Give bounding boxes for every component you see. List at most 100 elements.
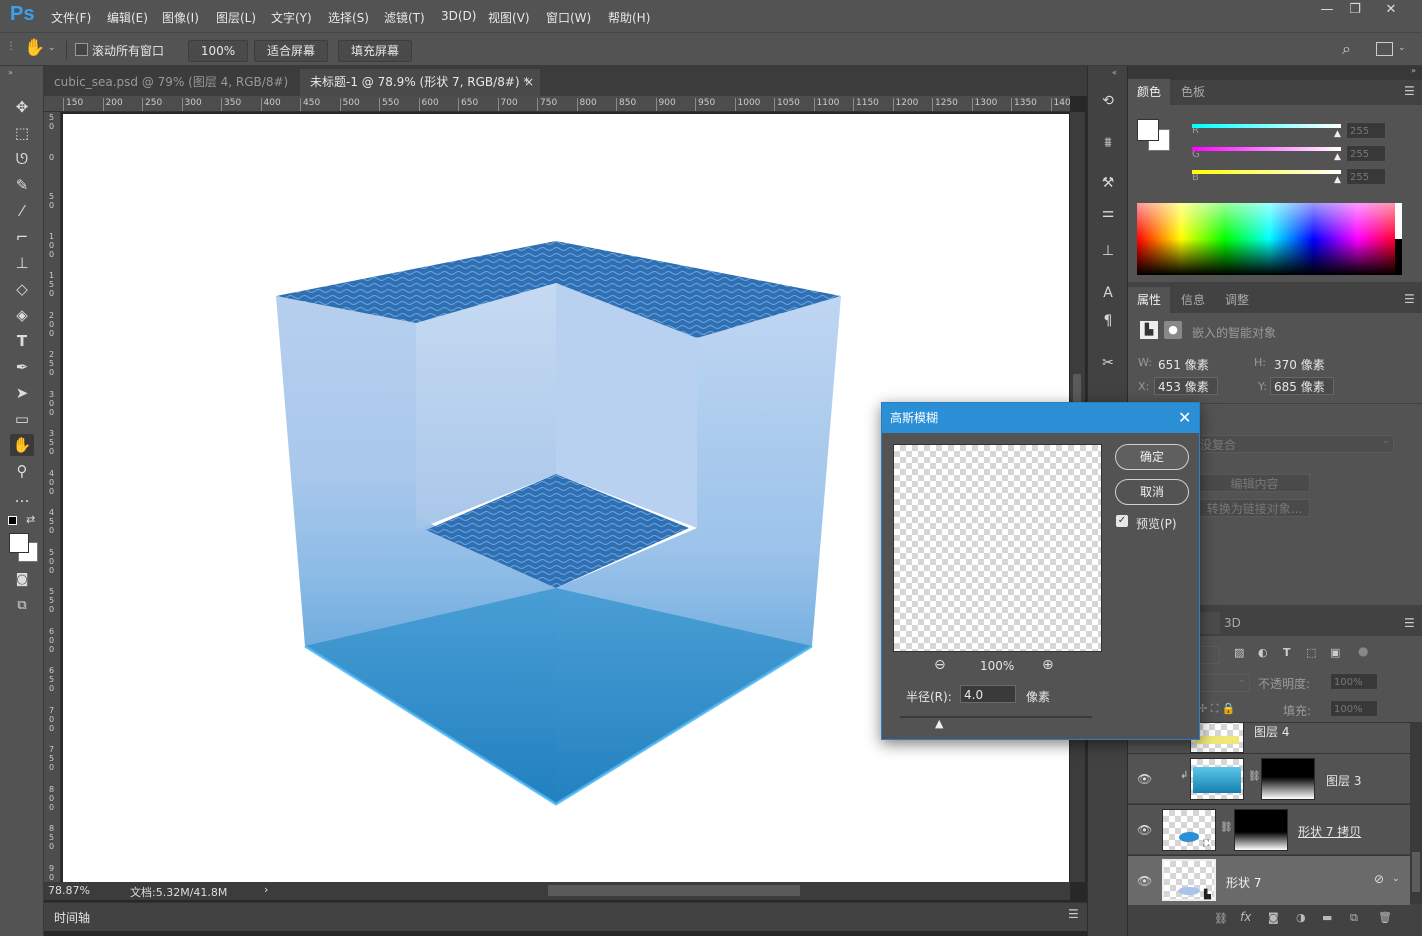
layer-mask-thumbnail[interactable] bbox=[1234, 809, 1288, 851]
menu-3d[interactable]: 3D(D) bbox=[441, 9, 476, 23]
r-slider[interactable] bbox=[1192, 124, 1341, 128]
default-colors-icon[interactable] bbox=[8, 516, 17, 525]
layer-mask-thumbnail[interactable] bbox=[1261, 758, 1315, 800]
mask-link-icon[interactable]: ⛓ bbox=[1248, 771, 1261, 782]
timeline-tab[interactable]: 时间轴 bbox=[54, 909, 90, 926]
lasso-tool-icon[interactable]: ᘎ bbox=[10, 148, 34, 170]
workspace-chevron-icon[interactable]: ⌄ bbox=[1398, 43, 1406, 53]
tab-swatches[interactable]: 色板 bbox=[1172, 79, 1214, 105]
more-tools-icon[interactable]: … bbox=[10, 486, 34, 508]
layer-name[interactable]: 图层 4 bbox=[1254, 723, 1289, 740]
clone-source-icon[interactable]: ⊥ bbox=[1097, 240, 1119, 262]
search-icon[interactable]: ⌕ bbox=[1342, 39, 1351, 59]
quick-mask-icon[interactable]: ◙ bbox=[10, 569, 34, 591]
add-mask-icon[interactable]: ◙ bbox=[1268, 911, 1279, 924]
panel-menu-icon[interactable]: ☰ bbox=[1068, 907, 1079, 921]
filter-type-icon[interactable]: T bbox=[1283, 646, 1291, 659]
character-icon[interactable]: A bbox=[1097, 282, 1119, 304]
filter-pixel-icon[interactable]: ▨ bbox=[1234, 646, 1244, 659]
convert-link-button[interactable]: 转换为链接对象... bbox=[1196, 499, 1310, 517]
g-slider[interactable] bbox=[1192, 147, 1341, 151]
tab-cubic-sea[interactable]: cubic_sea.psd @ 79% (图层 4, RGB/8#) * × bbox=[44, 69, 300, 116]
tab-info[interactable]: 信息 bbox=[1172, 287, 1214, 313]
layer-row[interactable]: 👁 ⛶ ⛓ 形状 7 拷贝 bbox=[1128, 804, 1410, 854]
delete-layer-icon[interactable]: 🗑 bbox=[1378, 911, 1392, 924]
opacity-field[interactable]: 100% bbox=[1330, 673, 1378, 690]
layer-row[interactable]: 👁 ↲ ⛓ 图层 3 bbox=[1128, 753, 1410, 803]
menu-type[interactable]: 文字(Y) bbox=[271, 9, 312, 26]
blur-preview[interactable] bbox=[893, 444, 1102, 652]
rectangle-tool-icon[interactable]: ▭ bbox=[10, 408, 34, 430]
filter-adjustment-icon[interactable]: ◐ bbox=[1258, 646, 1268, 659]
mask-link-icon[interactable]: ⛓ bbox=[1220, 822, 1233, 833]
chevron-down-icon[interactable]: ⌄ bbox=[1382, 436, 1390, 446]
fx-icon[interactable]: fx bbox=[1240, 910, 1251, 924]
spectrum-black[interactable] bbox=[1395, 239, 1402, 275]
zoom-tool-icon[interactable]: ⚲ bbox=[10, 460, 34, 482]
width-value[interactable]: 651 像素 bbox=[1158, 356, 1209, 373]
visibility-eye-icon[interactable]: 👁 bbox=[1137, 772, 1152, 786]
scroll-all-checkbox[interactable] bbox=[75, 43, 88, 56]
eyedropper-tool-icon[interactable]: ⁄ bbox=[10, 200, 34, 222]
r-slider-handle[interactable]: ▲ bbox=[1334, 129, 1341, 139]
panel-menu-icon[interactable]: ☰ bbox=[1404, 84, 1415, 98]
workspace-icon[interactable] bbox=[1376, 42, 1393, 56]
tools-icon[interactable]: ✂ bbox=[1097, 352, 1119, 374]
hand-tool-icon[interactable]: ✋ bbox=[24, 38, 45, 58]
height-value[interactable]: 370 像素 bbox=[1274, 356, 1325, 373]
layers-scroll-thumb[interactable] bbox=[1412, 852, 1420, 892]
collapse-strip-icon[interactable]: « bbox=[1112, 68, 1117, 77]
minimize-button[interactable]: — bbox=[1312, 2, 1342, 20]
fill-screen-button[interactable]: 填充屏幕 bbox=[338, 40, 412, 62]
brush-tool-icon[interactable]: ⌐ bbox=[10, 226, 34, 248]
x-field[interactable]: 453 像素 bbox=[1154, 377, 1218, 395]
edit-contents-button[interactable]: 编辑内容 bbox=[1196, 474, 1310, 492]
adjustment-layer-icon[interactable]: ◑ bbox=[1296, 911, 1306, 924]
menu-filter[interactable]: 滤镜(T) bbox=[384, 9, 425, 26]
zoom-out-icon[interactable]: ⊖ bbox=[934, 657, 946, 673]
layer-name[interactable]: 形状 7 bbox=[1226, 874, 1261, 891]
zoom-in-icon[interactable]: ⊕ bbox=[1042, 657, 1054, 673]
foreground-color-swatch[interactable] bbox=[9, 533, 29, 553]
tab-properties[interactable]: 属性 bbox=[1128, 287, 1171, 313]
menu-edit[interactable]: 编辑(E) bbox=[107, 9, 148, 26]
link-layers-icon[interactable]: ⛓ bbox=[1214, 912, 1228, 925]
brushes-icon[interactable]: ⩩ bbox=[1097, 132, 1119, 154]
restore-button[interactable]: ❐ bbox=[1340, 2, 1370, 20]
new-group-icon[interactable]: ▬ bbox=[1322, 911, 1332, 924]
menu-view[interactable]: 视图(V) bbox=[488, 9, 530, 26]
b-slider[interactable] bbox=[1192, 170, 1341, 174]
tab-3d[interactable]: 3D bbox=[1224, 616, 1241, 630]
path-select-tool-icon[interactable]: ➤ bbox=[10, 382, 34, 404]
eraser-tool-icon[interactable]: ◇ bbox=[10, 278, 34, 300]
y-field[interactable]: 685 像素 bbox=[1270, 377, 1334, 395]
menu-help[interactable]: 帮助(H) bbox=[608, 9, 650, 26]
tool-presets-icon[interactable]: ⚒ bbox=[1097, 172, 1119, 194]
b-slider-handle[interactable]: ▲ bbox=[1334, 175, 1341, 185]
r-value[interactable]: 255 bbox=[1346, 122, 1386, 139]
radius-input[interactable]: 4.0 bbox=[960, 685, 1016, 703]
chevron-down-icon[interactable]: ⌄ bbox=[1392, 874, 1400, 884]
menu-image[interactable]: 图像(I) bbox=[162, 9, 199, 26]
paint-bucket-tool-icon[interactable]: ◈ bbox=[10, 304, 34, 326]
stamp-tool-icon[interactable]: ⊥ bbox=[10, 252, 34, 274]
screen-mode-icon[interactable]: ⧉ bbox=[10, 595, 34, 617]
radius-slider-track[interactable] bbox=[900, 716, 1092, 718]
horizontal-scroll-thumb[interactable] bbox=[548, 885, 800, 896]
type-tool-icon[interactable]: T bbox=[10, 330, 34, 352]
cancel-button[interactable]: 取消 bbox=[1115, 479, 1189, 505]
layer-thumbnail[interactable]: ⛶ bbox=[1162, 809, 1216, 851]
close-icon[interactable]: ✕ bbox=[1178, 408, 1191, 427]
swap-colors-icon[interactable]: ⇄ bbox=[26, 513, 35, 526]
collapse-panels-icon[interactable]: » bbox=[1411, 66, 1416, 75]
zoom-100-button[interactable]: 100% bbox=[188, 40, 248, 62]
filter-smart-icon[interactable]: ▣ bbox=[1330, 646, 1340, 659]
move-tool-icon[interactable]: ✥ bbox=[10, 96, 34, 118]
panel-menu-icon[interactable]: ☰ bbox=[1404, 292, 1415, 306]
collapse-toolbar-icon[interactable]: » bbox=[8, 68, 13, 77]
history-icon[interactable]: ⟲ bbox=[1097, 90, 1119, 112]
quick-select-tool-icon[interactable]: ✎ bbox=[10, 174, 34, 196]
ok-button[interactable]: 确定 bbox=[1115, 444, 1189, 470]
tab-color[interactable]: 颜色 bbox=[1128, 79, 1171, 105]
tab-untitled-1[interactable]: 未标题-1 @ 78.9% (形状 7, RGB/8#) * × bbox=[300, 69, 540, 96]
